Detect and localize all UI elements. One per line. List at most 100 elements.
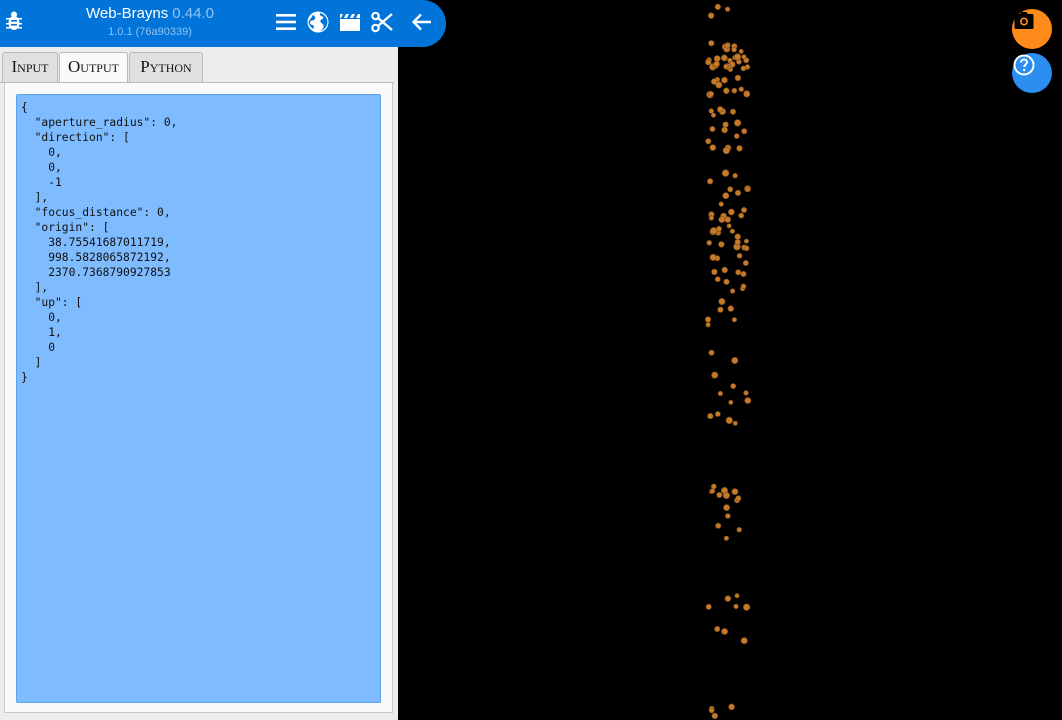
particle (743, 90, 751, 98)
particle (721, 126, 728, 134)
particle (723, 535, 730, 541)
particle (710, 78, 718, 85)
particle (711, 268, 718, 276)
particle (708, 91, 715, 97)
particle (740, 270, 747, 277)
particle (715, 522, 722, 529)
particle (729, 108, 736, 115)
particle (709, 144, 717, 151)
tab-bar: Input Output Python (0, 47, 398, 84)
particle (723, 63, 729, 70)
particle (735, 269, 742, 276)
particle (727, 305, 734, 312)
particle (705, 603, 712, 610)
particle (734, 233, 741, 240)
help-button[interactable] (1012, 53, 1052, 93)
particle (716, 491, 723, 498)
particle (722, 491, 731, 500)
particle (741, 54, 747, 60)
particle (709, 126, 716, 133)
particle (713, 55, 721, 62)
particle (743, 603, 751, 611)
particle (711, 712, 718, 720)
tab-output[interactable]: Output (59, 52, 128, 84)
app-header: Web-Brayns 0.44.0 1.0.1 (76a90339) (0, 0, 446, 47)
particle (707, 413, 714, 420)
particle (738, 48, 744, 54)
particle (726, 223, 732, 229)
scissors-icon[interactable] (370, 10, 394, 34)
particle (714, 3, 721, 11)
particle (730, 383, 737, 389)
bug-icon[interactable] (6, 11, 22, 31)
particle (721, 169, 730, 177)
particle (708, 707, 715, 714)
particle (708, 215, 715, 221)
particle (714, 411, 721, 417)
particle (729, 228, 736, 234)
particle (732, 420, 738, 426)
particle (734, 74, 742, 82)
particle (721, 266, 728, 274)
particle (732, 173, 738, 179)
particle (736, 526, 742, 533)
particle (717, 306, 724, 313)
particle (718, 216, 726, 223)
particle (725, 416, 733, 425)
render-viewport[interactable] (398, 0, 1062, 720)
particle (734, 593, 740, 599)
snapshot-button[interactable] (1012, 9, 1052, 49)
particle (722, 192, 730, 200)
particle (743, 238, 749, 244)
particle (723, 504, 730, 511)
particle (718, 241, 725, 248)
particle (734, 119, 742, 127)
particle (743, 390, 749, 396)
particle (736, 253, 743, 259)
particle (722, 121, 729, 128)
left-panel: Input Output Python { "aperture_radius":… (0, 0, 398, 720)
app-build-version: 1.0.1 (76a90339) (108, 26, 192, 38)
particle (718, 201, 724, 207)
particle (735, 495, 742, 502)
arrow-back-icon[interactable] (410, 10, 434, 34)
particle (723, 278, 730, 285)
globe-icon[interactable] (306, 10, 330, 34)
particle (733, 133, 740, 139)
particle (717, 106, 724, 113)
particle (708, 349, 715, 356)
help-icon (1013, 54, 1035, 76)
output-panel: { "aperture_radius": 0, "direction": [ 0… (4, 83, 393, 713)
particle (738, 212, 745, 219)
particle (714, 276, 721, 283)
particle (717, 390, 724, 397)
particle (736, 145, 743, 152)
particle (731, 46, 737, 53)
particle (733, 603, 739, 610)
particle (728, 399, 734, 405)
particle (740, 65, 747, 72)
particle (734, 239, 741, 246)
tab-python[interactable]: Python (129, 52, 203, 83)
app-name: Web-Brayns (86, 5, 169, 22)
particle (721, 628, 728, 635)
menu-icon[interactable] (274, 10, 298, 34)
movie-clapper-icon[interactable] (338, 10, 362, 34)
particle (730, 288, 736, 294)
particle (706, 240, 713, 246)
particle (738, 86, 744, 92)
tab-input[interactable]: Input (2, 52, 58, 83)
particle (723, 87, 730, 95)
particle (731, 488, 739, 495)
particle (705, 138, 712, 145)
particle (725, 6, 731, 12)
particle (710, 483, 717, 490)
particle (707, 12, 715, 19)
particle (741, 128, 748, 135)
particle (742, 259, 749, 266)
particle (710, 227, 718, 235)
app-version: 0.44.0 (172, 5, 214, 22)
particle (709, 488, 716, 494)
output-json-area[interactable]: { "aperture_radius": 0, "direction": [ 0… (16, 94, 381, 703)
particle (734, 189, 742, 196)
